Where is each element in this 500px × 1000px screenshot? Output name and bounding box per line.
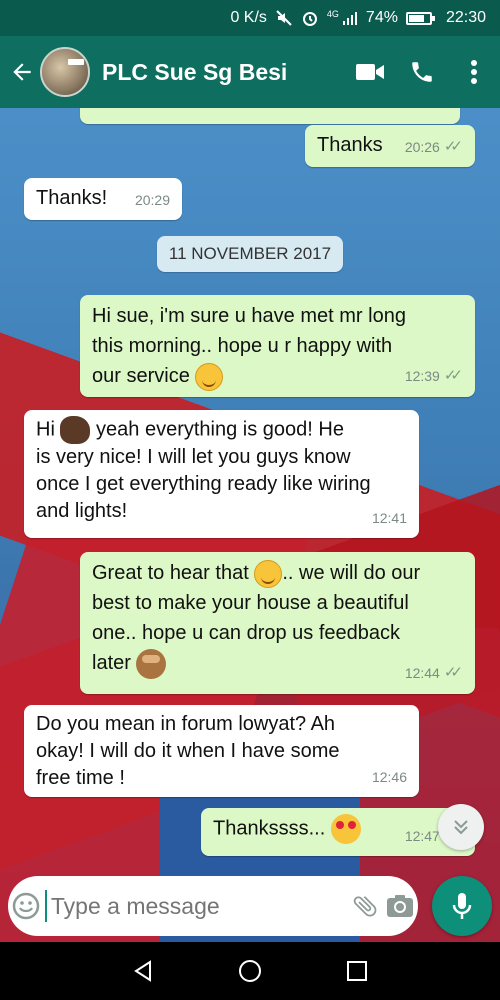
paperclip-icon[interactable] — [347, 876, 383, 936]
chat-header: PLC Sue Sg Besi — [0, 36, 500, 108]
date-divider: 11 NOVEMBER 2017 — [157, 236, 343, 272]
message-line: best to make your house a beautiful — [92, 592, 409, 614]
smiling-emoji-icon — [195, 362, 224, 391]
scroll-to-bottom-button[interactable] — [438, 804, 484, 850]
signal-icon: 4G — [327, 10, 358, 26]
time-label: 12:44 — [404, 665, 440, 681]
battery-percent: 74% — [365, 9, 398, 26]
message-line: later — [92, 652, 131, 674]
system-nav-bar — [0, 942, 500, 1000]
phone-icon[interactable] — [396, 36, 448, 108]
message-line: is very nice! I will let you guys know — [36, 446, 351, 468]
microphone-icon — [452, 893, 472, 919]
message-line: Hi sue, i'm sure u have met mr long — [92, 305, 406, 327]
message-time: 12:44 ✓✓ — [405, 658, 463, 688]
message-bubble-incoming[interactable]: Do you mean in forum lowyat? Ah okay! I … — [24, 705, 419, 797]
message-time: 12:46 — [372, 764, 407, 791]
alarm-icon — [301, 9, 319, 27]
network-speed: 0 K/s — [230, 9, 267, 26]
message-line: one.. hope u can drop us feedback — [92, 622, 401, 644]
video-call-icon[interactable] — [344, 36, 396, 108]
message-bubble-outgoing[interactable]: Great to hear that .. we will do our bes… — [80, 552, 475, 694]
nav-recents-icon[interactable] — [337, 951, 377, 991]
network-type: 4G — [326, 9, 339, 19]
message-line: Hi — [36, 418, 55, 441]
composer — [0, 870, 500, 942]
read-ticks-icon: ✓✓ — [443, 367, 463, 384]
avatar[interactable] — [40, 47, 90, 97]
nav-home-icon[interactable] — [230, 951, 270, 991]
microphone-button[interactable] — [432, 876, 492, 936]
contact-name[interactable]: PLC Sue Sg Besi — [102, 59, 344, 86]
clock: 22:30 — [445, 9, 486, 26]
waving-hand-emoji-icon — [60, 416, 91, 444]
message-line: yeah everything is good! He — [96, 418, 344, 441]
message-bubble-outgoing[interactable]: Hi sue, i'm sure u have met mr long this… — [80, 295, 475, 397]
time-label: 20:26 — [404, 139, 440, 155]
heart-eyes-emoji-icon — [330, 814, 361, 844]
status-bar: 0 K/s 4G 74% 22:30 — [0, 0, 500, 36]
message-line: Great to hear that — [92, 562, 249, 584]
message-time: 12:39 ✓✓ — [405, 361, 463, 391]
camera-icon[interactable] — [382, 876, 418, 936]
message-line: once I get everything ready like wiring — [36, 473, 371, 495]
emoji-icon[interactable] — [8, 876, 45, 936]
message-bubble-partial — [80, 108, 460, 124]
time-label: 12:39 — [404, 368, 440, 384]
message-line: Do you mean in forum lowyat? Ah — [36, 713, 336, 735]
message-bubble-outgoing[interactable]: Thanks 20:26 ✓✓ — [305, 125, 475, 167]
double-chevron-down-icon — [454, 820, 468, 835]
message-bubble-outgoing[interactable]: Thankssss... 12:47✓✓ — [201, 808, 475, 856]
message-bubble-incoming[interactable]: Hi yeah everything is good! He is very n… — [24, 410, 419, 538]
mute-icon — [275, 9, 293, 27]
message-line: .. we will do our — [282, 562, 421, 584]
time-label: 12:41 — [371, 510, 407, 526]
battery-icon — [405, 11, 435, 25]
time-label: 12:47 — [404, 828, 440, 844]
read-ticks-icon: ✓✓ — [443, 664, 463, 681]
message-line: free time ! — [36, 767, 125, 789]
message-bubble-incoming[interactable]: Thanks! 20:29 — [24, 178, 182, 220]
message-line: and lights! — [36, 500, 128, 522]
message-line: this morning.. hope u r happy with — [92, 335, 393, 357]
message-line: okay! I will do it when I have some — [36, 740, 340, 762]
time-label: 12:46 — [371, 769, 407, 785]
message-text: Thanks — [317, 134, 383, 156]
message-time: 20:26 ✓✓ — [405, 133, 463, 161]
message-time: 12:41 — [372, 505, 407, 532]
see-no-evil-monkey-emoji-icon — [136, 648, 167, 679]
message-list[interactable]: Thanks 20:26 ✓✓ Thanks! 20:29 11 NOVEMBER… — [0, 108, 500, 942]
message-time: 20:29 — [135, 186, 170, 214]
back-arrow-icon[interactable] — [4, 36, 40, 108]
more-vert-icon[interactable] — [448, 36, 500, 108]
message-text: Thankssss... — [213, 817, 326, 840]
message-text: Thanks! — [36, 187, 108, 209]
read-ticks-icon: ✓✓ — [443, 138, 463, 155]
time-label: 20:29 — [134, 192, 170, 208]
nav-back-icon[interactable] — [123, 951, 163, 991]
message-input[interactable] — [44, 890, 347, 922]
blushing-emoji-icon — [254, 559, 283, 588]
message-line: our service — [92, 365, 190, 387]
message-input-container — [8, 876, 418, 936]
